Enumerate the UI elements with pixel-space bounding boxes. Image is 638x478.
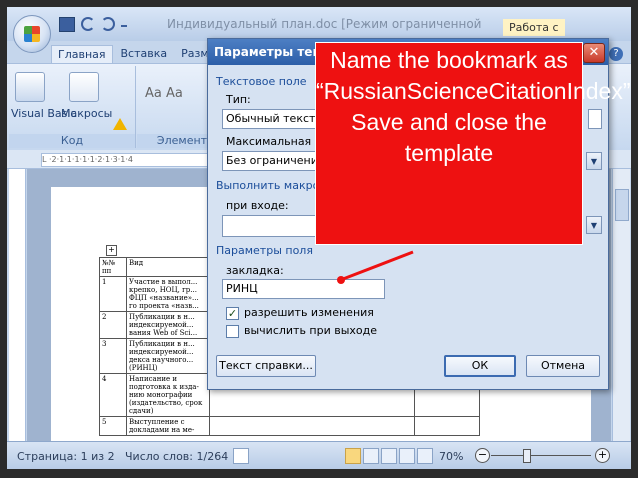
format-dropdown-arrow-icon[interactable]: ▼ <box>586 152 602 170</box>
page-indicator[interactable]: Страница: 1 из 2 <box>17 450 115 463</box>
instruction-callout: Name the bookmark as “RussianScienceCita… <box>315 42 631 245</box>
title-bar: Индивидуальный план.doc [Режим ограничен… <box>7 7 631 53</box>
table-cell-text[interactable]: Публикации в н... индексируемой... декса… <box>126 338 210 374</box>
window-title: Индивидуальный план.doc [Режим ограничен… <box>167 17 482 31</box>
web-view-icon[interactable] <box>381 448 397 464</box>
ribbon-tabs: Главная Вставка Размет <box>51 45 228 63</box>
context-tab[interactable]: Работа с <box>503 19 565 36</box>
calc-on-exit-checkbox[interactable] <box>226 325 239 338</box>
draft-view-icon[interactable] <box>417 448 433 464</box>
table-cell-number[interactable]: 2 <box>99 311 127 339</box>
table-cell-number[interactable]: 4 <box>99 373 127 417</box>
macros-icon[interactable] <box>69 72 99 102</box>
on-exit-dropdown-arrow-icon[interactable]: ▼ <box>586 216 602 234</box>
customize-toolbar-icon[interactable] <box>121 17 127 27</box>
default-text-field-edge[interactable] <box>588 109 602 129</box>
on-entry-macro-field[interactable] <box>222 215 322 237</box>
zoom-level[interactable]: 70% <box>439 450 463 463</box>
outline-view-icon[interactable] <box>399 448 415 464</box>
ribbon-group-code: Visual Basic Макросы Код <box>9 66 136 148</box>
save-icon[interactable] <box>59 17 75 32</box>
office-button[interactable] <box>13 15 51 53</box>
zoom-slider-track[interactable] <box>491 455 591 456</box>
zoom-in-icon[interactable]: + <box>595 448 610 463</box>
table-cell-text[interactable]: Вид <box>126 257 210 277</box>
scrollbar-thumb[interactable] <box>615 189 629 221</box>
word-window: Индивидуальный план.doc [Режим ограничен… <box>7 7 631 469</box>
max-length-field[interactable]: Без ограничени <box>222 151 322 171</box>
bookmark-input[interactable]: РИНЦ <box>222 279 385 299</box>
run-macro-section: Выполнить макрос <box>216 179 326 192</box>
spell-check-icon[interactable] <box>233 448 249 464</box>
ribbon-group-code-label: Код <box>9 134 135 148</box>
table-cell-text[interactable]: Участие в выпол... крепко, НОЦ, гр... ФЦ… <box>126 276 210 312</box>
macro-security-icon[interactable] <box>113 118 127 130</box>
allow-changes-label[interactable]: разрешить изменения <box>244 306 374 319</box>
full-screen-view-icon[interactable] <box>363 448 379 464</box>
tab-home[interactable]: Главная <box>51 45 113 63</box>
help-text-button[interactable]: Текст справки... <box>216 355 316 377</box>
table-cell-text[interactable]: Выступление с докладами на ме- <box>126 416 210 436</box>
dialog-close-button[interactable]: ✕ <box>583 43 605 63</box>
type-select[interactable]: Обычный текст <box>222 109 322 129</box>
type-label: Тип: <box>226 93 251 106</box>
table-cell-empty[interactable] <box>209 416 415 436</box>
office-logo-icon <box>24 26 40 42</box>
calc-on-exit-label[interactable]: вычислить при выходе <box>244 324 377 337</box>
bookmark-label: закладка: <box>226 264 284 277</box>
table-cell-number[interactable]: 3 <box>99 338 127 374</box>
zoom-slider-knob[interactable] <box>523 449 531 463</box>
text-field-section: Текстовое поле <box>216 75 307 88</box>
help-icon[interactable]: ? <box>609 47 623 61</box>
status-bar: Страница: 1 из 2 Число слов: 1/264 70% −… <box>7 441 631 469</box>
tab-insert[interactable]: Вставка <box>115 45 174 63</box>
table-cell-empty[interactable] <box>414 416 480 436</box>
word-count[interactable]: Число слов: 1/264 <box>125 450 228 463</box>
table-cell-number[interactable]: №№ пп <box>99 257 127 277</box>
text-control-icon[interactable]: Aa Aa <box>145 87 183 100</box>
vertical-ruler[interactable] <box>9 169 26 441</box>
cancel-button[interactable]: Отмена <box>526 355 600 377</box>
table-cell-text[interactable]: Публикации в н... индексируемой... вания… <box>126 311 210 339</box>
zoom-out-icon[interactable]: − <box>475 448 490 463</box>
table-row: 5 Выступление с докладами на ме- <box>99 416 480 436</box>
vertical-scrollbar[interactable] <box>612 169 630 441</box>
visual-basic-icon[interactable] <box>15 72 45 102</box>
macros-button[interactable]: Макросы <box>61 108 112 120</box>
table-move-handle-icon[interactable]: + <box>106 245 117 256</box>
allow-changes-checkbox[interactable]: ✓ <box>226 307 239 320</box>
undo-icon[interactable] <box>81 17 95 31</box>
table-cell-number[interactable]: 5 <box>99 416 127 436</box>
table-cell-number[interactable]: 1 <box>99 276 127 312</box>
redo-icon[interactable] <box>101 17 115 31</box>
ok-button[interactable]: ОК <box>444 355 516 377</box>
quick-access-toolbar <box>59 17 127 32</box>
print-layout-view-icon[interactable] <box>345 448 361 464</box>
table-cell-text[interactable]: Написание и подготовка к изда- нию моног… <box>126 373 210 417</box>
field-params-section: Параметры поля <box>216 244 313 257</box>
on-entry-label: при входе: <box>226 199 289 212</box>
